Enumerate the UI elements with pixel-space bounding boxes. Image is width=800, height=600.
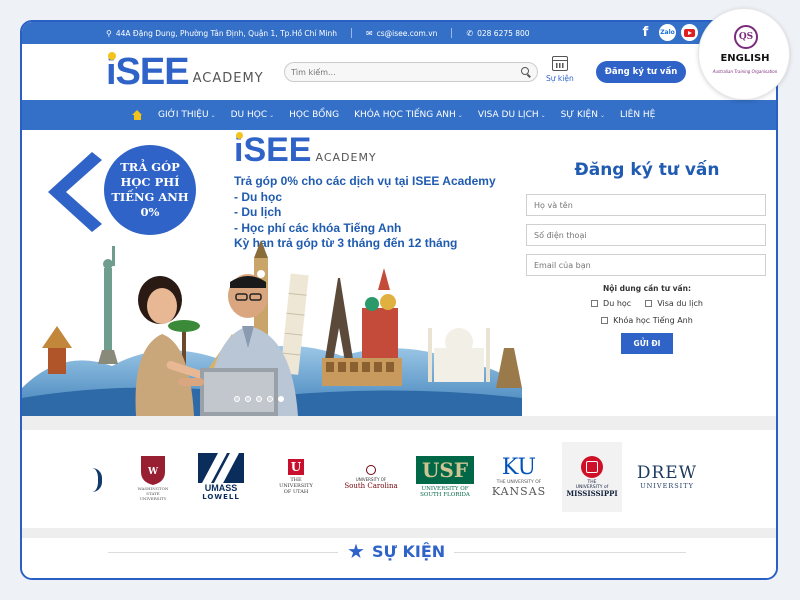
nav-item-du-hoc[interactable]: DU HỌC ⌄: [231, 110, 275, 120]
email-item[interactable]: ✉ cs@isee.com.vn: [366, 29, 437, 38]
slide-dot[interactable]: [234, 396, 240, 402]
consult-button[interactable]: Đăng ký tư vấn: [596, 61, 686, 83]
logo-subtitle: ACADEMY: [192, 71, 264, 86]
slide-indicators: [234, 396, 284, 402]
option-visa[interactable]: Visa du lịch: [645, 299, 703, 308]
slide-dot[interactable]: [256, 396, 262, 402]
badge-title: ENGLISH: [720, 53, 770, 64]
options-row: Khóa học Tiếng Anh: [526, 316, 768, 325]
phone-icon: ✆: [466, 28, 474, 38]
hero-logo: iSEE ACADEMY: [234, 131, 377, 169]
hero-banner: TRẢ GÓP HỌC PHÍ TIẾNG ANH 0% iSEE ACADEM…: [22, 130, 776, 416]
form-title: Đăng ký tư vấn: [574, 160, 720, 180]
calendar-icon: [551, 56, 568, 71]
email-text[interactable]: cs@isee.com.vn: [377, 29, 438, 38]
home-icon[interactable]: [132, 110, 143, 120]
chevron-down-icon: ⌄: [210, 111, 216, 119]
search-input[interactable]: [291, 67, 521, 77]
logo-drew[interactable]: DREW UNIVERSITY: [636, 442, 698, 512]
phone-item[interactable]: ✆ 028 6275 800: [466, 29, 529, 38]
english-badge-logo: QS ENGLISH Australian Training Organisat…: [698, 8, 790, 100]
promo-circle: TRẢ GÓP HỌC PHÍ TIẾNG ANH 0%: [104, 145, 196, 235]
university-logos: W WASHINGTON STATE UNIVERSITY UMASS LOWELL…: [22, 430, 776, 530]
name-field[interactable]: [526, 194, 766, 216]
envelope-icon: ✉: [365, 28, 373, 38]
nav-item-gioi-thieu[interactable]: GIỚI THIỆU ⌄: [158, 110, 216, 120]
slide-dot[interactable]: [245, 396, 251, 402]
divider: [350, 28, 352, 38]
chevron-down-icon: ⌄: [269, 111, 275, 119]
checkbox[interactable]: [591, 300, 599, 307]
nav-item-visa[interactable]: VISA DU LỊCH ⌄: [478, 110, 546, 120]
site-logo[interactable]: iSEE ACADEMY: [106, 51, 264, 93]
svg-text:W: W: [147, 467, 159, 477]
site-header: iSEE ACADEMY Sự kiện Đăng ký tư vấn: [22, 44, 776, 100]
zalo-icon[interactable]: Zalo: [659, 24, 676, 41]
nav-item-su-kien[interactable]: SỰ KIỆN ⌄: [561, 110, 605, 120]
contact-bar: ⚲ 44A Đặng Dung, Phường Tân Định, Quận 1…: [22, 22, 776, 44]
main-nav: GIỚI THIỆU ⌄ DU HỌC ⌄ HỌC BỔNG KHÓA HỌC TI…: [22, 100, 776, 130]
content-label: Nội dung cần tư vấn:: [603, 284, 691, 293]
logo-wordmark: iSEE: [106, 51, 190, 93]
chevron-down-icon: ⌄: [540, 111, 546, 119]
nav-item-khoa-hoc[interactable]: KHÓA HỌC TIẾNG ANH ⌄: [354, 110, 463, 120]
checkbox[interactable]: [601, 317, 609, 324]
logo-south-carolina[interactable]: UNIVERSITY OF South Carolina: [342, 442, 400, 512]
logo-mississippi[interactable]: THE UNIVERSITY of MISSISSIPPI: [562, 442, 622, 512]
logo-washington-state[interactable]: W WASHINGTON STATE UNIVERSITY: [128, 442, 178, 512]
logo-south-florida[interactable]: USF UNIVERSITY OF SOUTH FLORIDA: [414, 442, 476, 512]
checkbox[interactable]: [645, 300, 653, 307]
section-divider: [22, 528, 776, 538]
chevron-down-icon: ⌄: [599, 111, 605, 119]
search-icon[interactable]: [521, 67, 531, 77]
options-row: Du học Visa du lịch: [526, 299, 768, 308]
section-divider: [22, 416, 776, 430]
social-links: f Zalo: [637, 24, 698, 41]
qs-monogram: QS: [734, 25, 758, 49]
logo-university-of-utah[interactable]: U THE UNIVERSITY OF UTAH: [268, 442, 324, 512]
prev-slide-icon[interactable]: [44, 150, 104, 234]
slide-dot[interactable]: [267, 396, 273, 402]
nav-item-lien-he[interactable]: LIÊN HỆ: [620, 110, 655, 120]
consult-form: Đăng ký tư vấn Nội dung cần tư vấn: Du h…: [526, 160, 768, 354]
search-box: [284, 62, 538, 82]
facebook-icon[interactable]: f: [637, 24, 654, 41]
logo-kansas[interactable]: KU THE UNIVERSITY OF KANSAS: [488, 442, 550, 512]
nav-item-hoc-bong[interactable]: HỌC BỔNG: [289, 110, 339, 120]
option-khoa-hoc[interactable]: Khóa học Tiếng Anh: [601, 316, 693, 325]
email-field[interactable]: [526, 254, 766, 276]
heading-rule: [454, 552, 686, 553]
phone-field[interactable]: [526, 224, 766, 246]
badge-subtitle: Australian Training Organisation: [712, 69, 778, 74]
browser-frame: ⚲ 44A Đặng Dung, Phường Tân Định, Quận 1…: [20, 20, 778, 580]
students-photo: [135, 274, 298, 416]
phone-text[interactable]: 028 6275 800: [477, 29, 530, 38]
submit-button[interactable]: GỬI ĐI: [621, 333, 673, 354]
chevron-down-icon: ⌄: [457, 111, 463, 119]
divider: [451, 28, 453, 38]
logo-umass-lowell[interactable]: UMASS LOWELL: [196, 442, 246, 512]
heading-rule: [108, 552, 338, 553]
events-link[interactable]: Sự kiện: [546, 56, 574, 83]
events-section: SỰ KIỆN: [22, 538, 776, 578]
address-item: ⚲ 44A Đặng Dung, Phường Tân Định, Quận 1…: [106, 29, 337, 38]
partial-logo: [92, 468, 102, 492]
slide-dot-active[interactable]: [278, 396, 284, 402]
option-du-hoc[interactable]: Du học: [591, 299, 631, 308]
star-icon: [348, 543, 364, 559]
address-text: 44A Đặng Dung, Phường Tân Định, Quận 1, …: [115, 28, 337, 38]
events-heading: SỰ KIỆN: [348, 542, 445, 561]
events-label: Sự kiện: [546, 74, 574, 83]
youtube-icon[interactable]: [681, 24, 698, 41]
location-pin-icon: ⚲: [106, 28, 112, 38]
